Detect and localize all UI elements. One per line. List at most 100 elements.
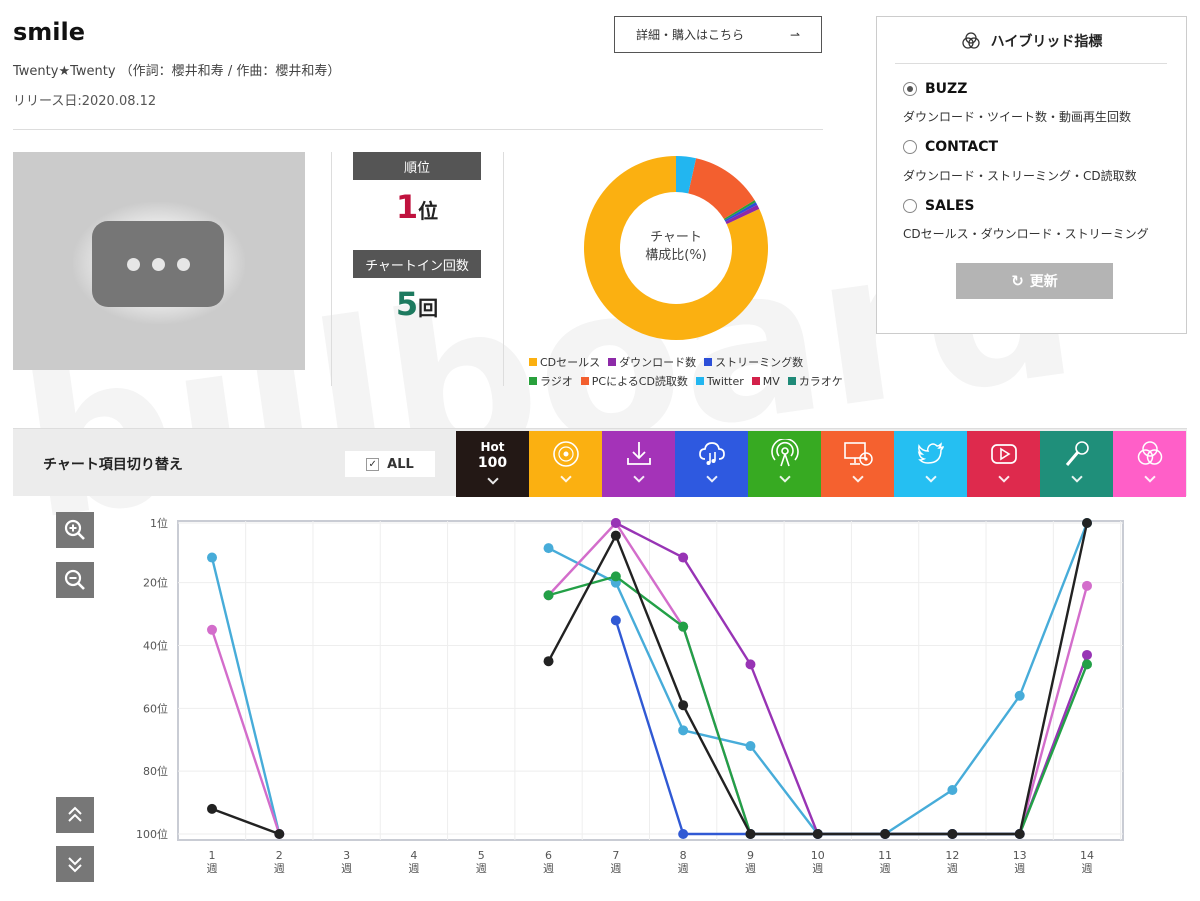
tab-hot100[interactable]: Hot 100	[456, 431, 529, 497]
legend-swatch	[529, 358, 537, 366]
tab-cd[interactable]	[529, 431, 602, 497]
series-point-2[interactable]	[1082, 649, 1092, 660]
rank-number: 1	[395, 188, 419, 226]
legend-item[interactable]: MV	[751, 373, 780, 389]
x-tick-label: 13 週	[1013, 849, 1027, 875]
x-tick-label: 2週	[274, 849, 285, 875]
tab-download[interactable]	[602, 431, 675, 497]
chevron-down-icon	[486, 473, 499, 485]
series-point-0[interactable]	[543, 543, 554, 554]
series-point-1[interactable]	[1082, 580, 1092, 591]
twitter-icon	[917, 442, 944, 464]
legend-item[interactable]: カラオケ	[787, 373, 843, 389]
chevron-down-icon	[778, 471, 791, 483]
series-point-5[interactable]	[880, 829, 891, 839]
series-point-5[interactable]	[610, 530, 621, 541]
dot-icon	[126, 257, 140, 271]
series-point-5[interactable]	[678, 700, 689, 711]
hybrid-divider	[895, 63, 1167, 64]
hot100-label: Hot 100	[478, 439, 507, 471]
series-point-5[interactable]	[812, 829, 823, 839]
chart-item-switcher: チャート項目切り替え ✓ ALL Hot 100	[13, 428, 1187, 497]
y-tick-label: 60位	[143, 701, 168, 715]
column-divider	[503, 152, 504, 386]
series-point-2[interactable]	[610, 518, 621, 528]
series-point-2[interactable]	[678, 552, 689, 563]
chevron-down-icon	[705, 471, 718, 483]
cd-icon	[552, 441, 579, 467]
cloud-music-icon	[698, 442, 725, 465]
radio-button-icon[interactable]	[903, 82, 917, 96]
radio-button-icon[interactable]	[903, 199, 917, 213]
legend-item[interactable]: ラジオ	[529, 373, 573, 389]
legend-item[interactable]: PCによるCD読取数	[580, 373, 688, 389]
rank-history-chart-area: 1位 20位 40位 60位 80位 100位 1 週 2 週 3 週 4 週 5 週 6 週 7 週 8 週 9 週 10 週 1…	[13, 496, 1187, 901]
refresh-button[interactable]: ↻ 更新	[956, 263, 1113, 299]
series-point-5[interactable]	[207, 803, 217, 814]
y-tick-label: 40位	[143, 639, 168, 653]
rank-unit: 位	[418, 199, 439, 223]
series-point-5[interactable]	[1082, 518, 1092, 528]
chevron-down-icon	[851, 471, 864, 483]
y-tick-label: 80位	[143, 764, 168, 778]
x-tick-label: 5週	[476, 849, 487, 875]
x-tick-label: 7週	[610, 849, 621, 875]
hybrid-title: ハイブリッド指標	[877, 31, 1186, 51]
radio-button-icon[interactable]	[903, 140, 917, 154]
radio-buzz[interactable]: BUZZ	[903, 81, 967, 97]
tab-twitter[interactable]	[894, 431, 967, 497]
song-title: smile	[13, 18, 86, 46]
legend-label: ラジオ	[540, 375, 573, 388]
legend-item[interactable]: ストリーミング数	[704, 354, 803, 370]
radio-contact[interactable]: CONTACT	[903, 139, 998, 155]
series-point-0[interactable]	[678, 725, 689, 736]
tab-cloud-music[interactable]	[675, 431, 748, 497]
legend-swatch	[787, 377, 796, 385]
legend-item[interactable]: ダウンロード数	[608, 354, 696, 370]
series-point-0[interactable]	[947, 785, 958, 796]
tab-hybrid-circles[interactable]	[1113, 431, 1186, 497]
legend-item[interactable]: Twitter	[695, 373, 744, 389]
video-thumbnail[interactable]	[13, 152, 305, 370]
series-point-5[interactable]	[1014, 829, 1025, 839]
series-point-0[interactable]	[745, 741, 756, 752]
radio-sales[interactable]: SALES	[903, 198, 975, 214]
legend-label: カラオケ	[798, 375, 843, 388]
series-point-0[interactable]	[1014, 690, 1025, 701]
series-point-5[interactable]	[543, 656, 554, 667]
y-tick-label: 20位	[143, 576, 168, 590]
x-tick-label: 14 週	[1080, 849, 1094, 875]
donut-slice-2	[724, 202, 758, 222]
legend-swatch	[751, 377, 760, 385]
detail-purchase-button[interactable]: 詳細・購入はこちら ⇀	[614, 16, 822, 53]
series-point-5[interactable]	[947, 829, 958, 839]
tab-pc-cd[interactable]	[821, 431, 894, 497]
series-point-4[interactable]	[610, 615, 621, 626]
plot-frame	[177, 520, 1124, 841]
legend-item[interactable]: CDセールス	[529, 354, 600, 370]
video-play-icon[interactable]	[92, 221, 224, 307]
tab-youtube[interactable]	[967, 431, 1040, 497]
donut-center-label: チャート 構成比(%)	[616, 229, 736, 265]
series-point-5[interactable]	[274, 829, 285, 839]
series-point-3[interactable]	[678, 621, 689, 632]
tab-radio-broadcast[interactable]	[748, 431, 821, 497]
series-point-3[interactable]	[543, 590, 554, 601]
checkbox-icon[interactable]: ✓	[366, 457, 380, 471]
tab-microphone[interactable]	[1040, 431, 1113, 497]
series-point-5[interactable]	[745, 829, 756, 839]
series-point-4[interactable]	[678, 829, 689, 839]
chevron-down-icon	[632, 471, 645, 483]
donut-label-line2: 構成比(%)	[645, 248, 707, 263]
series-point-1[interactable]	[207, 624, 217, 635]
series-point-3[interactable]	[1082, 659, 1092, 670]
series-point-2[interactable]	[745, 659, 756, 670]
radio-sales-desc: CDセールス・ダウンロード・ストリーミング	[903, 227, 1149, 241]
refresh-icon: ↻	[1011, 272, 1024, 290]
series-point-0[interactable]	[207, 552, 217, 563]
all-toggle-button[interactable]: ✓ ALL	[345, 451, 435, 477]
x-tick-label: 6週	[543, 849, 554, 875]
chevron-down-icon	[1070, 471, 1083, 483]
dot-icon	[176, 257, 190, 271]
series-point-3[interactable]	[610, 571, 621, 582]
